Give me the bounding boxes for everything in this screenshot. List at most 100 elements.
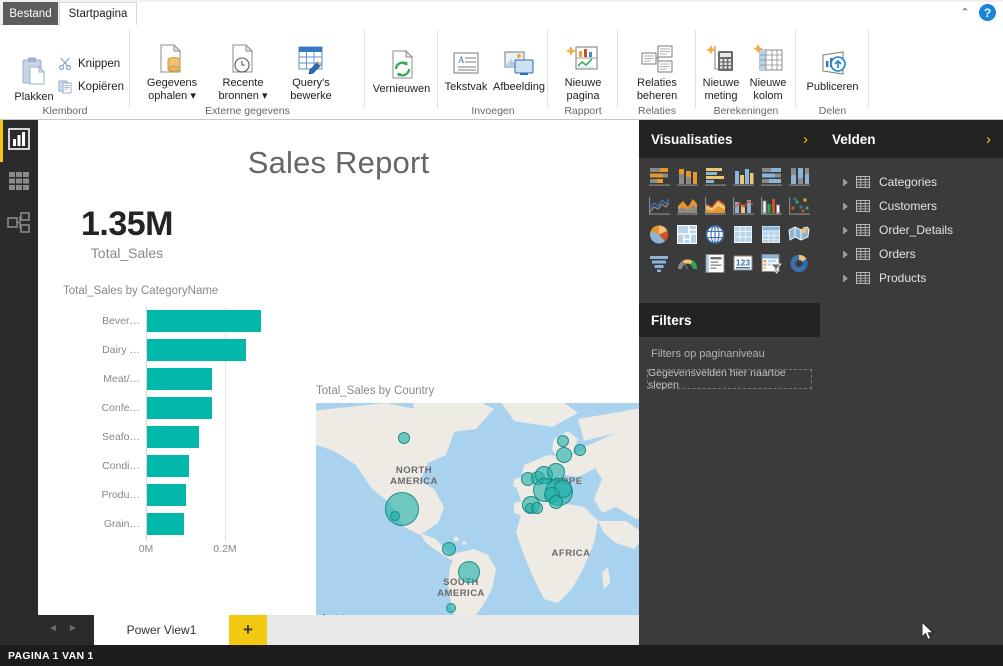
clustered-bar-chart-icon[interactable] xyxy=(702,164,730,189)
sidebar-item-report-view[interactable] xyxy=(0,120,38,162)
card-icon[interactable]: 123 xyxy=(730,251,758,276)
slicer-icon[interactable] xyxy=(758,251,786,276)
fields-item-customers[interactable]: Customers xyxy=(820,194,1003,218)
gauge-icon[interactable] xyxy=(674,251,702,276)
map-bubble[interactable] xyxy=(549,495,563,509)
sidebar-item-data-view[interactable] xyxy=(0,162,38,204)
fields-item-products[interactable]: Products xyxy=(820,266,1003,290)
expand-arrow-icon[interactable] xyxy=(840,273,850,283)
bar-chart-visual[interactable]: Total_Sales by CategoryName Bever… Dairy … xyxy=(58,285,308,585)
table-icon xyxy=(856,224,870,236)
pie-chart-icon[interactable] xyxy=(646,222,674,247)
map-bubble[interactable] xyxy=(385,492,419,526)
100-stacked-column-chart-icon[interactable] xyxy=(786,164,814,189)
bar[interactable] xyxy=(147,339,247,361)
map-bubble[interactable] xyxy=(446,603,456,613)
line-and-stacked-column-chart-icon[interactable] xyxy=(730,193,758,218)
textbox-button[interactable]: A Tekstvak xyxy=(440,49,492,94)
next-page-icon[interactable]: ► xyxy=(68,623,78,634)
expand-arrow-icon[interactable] xyxy=(840,249,850,259)
line-chart-icon[interactable] xyxy=(646,193,674,218)
new-column-button[interactable]: Nieuwe kolom xyxy=(744,43,792,102)
help-icon[interactable]: ? xyxy=(979,4,996,21)
cut-button[interactable]: Knippen xyxy=(58,56,120,71)
expand-arrow-icon[interactable] xyxy=(840,177,850,187)
fields-item-orders[interactable]: Orders xyxy=(820,242,1003,266)
donut-chart-icon[interactable] xyxy=(786,251,814,276)
map-title: Total_Sales by Country xyxy=(316,385,435,397)
stacked-area-chart-icon[interactable] xyxy=(702,193,730,218)
filters-dropzone[interactable]: Gegevensvelden hier naartoe slepen xyxy=(647,367,812,391)
bar[interactable] xyxy=(147,397,212,419)
fields-pane: Velden › Categories Customers Order_Detail… xyxy=(820,120,1003,645)
report-canvas[interactable]: Sales Report 1.35M Total_Sales Total_Sal… xyxy=(38,120,639,615)
funnel-chart-icon[interactable] xyxy=(646,251,674,276)
table-icon[interactable] xyxy=(758,222,786,247)
fields-item-order_details[interactable]: Order_Details xyxy=(820,218,1003,242)
bar[interactable] xyxy=(147,368,212,390)
fields-item-categories[interactable]: Categories xyxy=(820,170,1003,194)
map-plot-area[interactable]: NORTH AMERICA SOUTH AMERICA EUROPE AFRIC… xyxy=(316,403,639,615)
treemap-icon[interactable] xyxy=(674,222,702,247)
expand-arrow-icon[interactable] xyxy=(840,225,850,235)
map-bubble[interactable] xyxy=(398,432,410,444)
bar[interactable] xyxy=(147,310,262,332)
collapse-ribbon-icon[interactable]: ⌃ xyxy=(957,4,973,20)
area-chart-icon[interactable] xyxy=(674,193,702,218)
scatter-chart-icon[interactable] xyxy=(786,193,814,218)
manage-relationships-button[interactable]: Relaties beheren xyxy=(618,43,696,102)
expand-arrow-icon[interactable] xyxy=(840,201,850,211)
map-bubble[interactable] xyxy=(390,511,400,521)
edit-queries-label-line1: Query's xyxy=(292,77,330,89)
map-bubble[interactable] xyxy=(458,561,480,583)
refresh-button[interactable]: Vernieuwen xyxy=(365,49,438,96)
stacked-bar-chart-icon[interactable] xyxy=(646,164,674,189)
100-stacked-bar-chart-icon[interactable] xyxy=(758,164,786,189)
bar[interactable] xyxy=(147,455,189,477)
map-visual[interactable]: Total_Sales by Country NORTH AMERICA SOU… xyxy=(316,385,639,615)
stacked-column-chart-icon[interactable] xyxy=(674,164,702,189)
bar[interactable] xyxy=(147,484,187,506)
data-table-icon xyxy=(8,171,30,196)
prev-page-icon[interactable]: ◄ xyxy=(48,623,58,634)
publish-button[interactable]: Publiceren xyxy=(796,49,869,94)
filled-map-icon[interactable] xyxy=(786,222,814,247)
chevron-down-icon[interactable]: ▾ xyxy=(190,90,196,102)
chevron-right-icon[interactable]: › xyxy=(803,131,808,148)
fields-item-label: Order_Details xyxy=(879,223,954,237)
tab-bestand[interactable]: Bestand xyxy=(3,2,58,25)
chevron-down-icon[interactable]: ▾ xyxy=(262,90,268,102)
map-bubble[interactable] xyxy=(442,542,456,556)
chevron-right-icon[interactable]: › xyxy=(986,131,991,148)
bar[interactable] xyxy=(147,513,184,535)
sidebar-item-relationships-view[interactable] xyxy=(0,204,38,246)
tab-startpagina[interactable]: Startpagina xyxy=(59,2,137,25)
line-and-clustered-column-chart-icon[interactable] xyxy=(758,193,786,218)
add-page-button[interactable]: + xyxy=(229,615,267,645)
bar[interactable] xyxy=(147,426,199,448)
map-bubble[interactable] xyxy=(557,435,569,447)
page-tab-power-view1[interactable]: Power View1 xyxy=(94,615,229,645)
matrix-icon[interactable] xyxy=(730,222,758,247)
bar-category-label: Meat/… xyxy=(103,373,140,385)
image-button[interactable]: Afbeelding xyxy=(490,49,548,94)
map-bubble[interactable] xyxy=(574,444,586,456)
clustered-column-chart-icon[interactable] xyxy=(730,164,758,189)
svg-text:123: 123 xyxy=(736,258,750,268)
x-axis-tick-mark xyxy=(146,535,147,541)
copy-button[interactable]: Kopiëren xyxy=(58,79,124,94)
card-visual-total-sales[interactable]: 1.35M Total_Sales xyxy=(81,205,174,261)
manage-relationships-icon xyxy=(638,43,676,75)
map-bubble[interactable] xyxy=(531,502,543,514)
get-data-button[interactable]: Gegevens ophalen ▾ xyxy=(136,43,208,102)
recent-sources-button[interactable]: Recente bronnen ▾ xyxy=(209,43,277,102)
map-icon[interactable] xyxy=(702,222,730,247)
map-bubble[interactable] xyxy=(556,447,572,463)
paste-button[interactable]: Plakken xyxy=(8,55,60,104)
multi-row-card-icon[interactable] xyxy=(702,251,730,276)
edit-queries-button[interactable]: Query's bewerke xyxy=(280,43,342,102)
ribbon: Plakken Knippen Kopiëren Klembord Gegeve… xyxy=(0,25,1003,120)
ribbon-group-delen: Publiceren Delen xyxy=(796,25,869,120)
new-measure-button[interactable]: Nieuwe meting xyxy=(696,43,746,102)
new-page-button[interactable]: Nieuwe pagina xyxy=(548,43,618,102)
